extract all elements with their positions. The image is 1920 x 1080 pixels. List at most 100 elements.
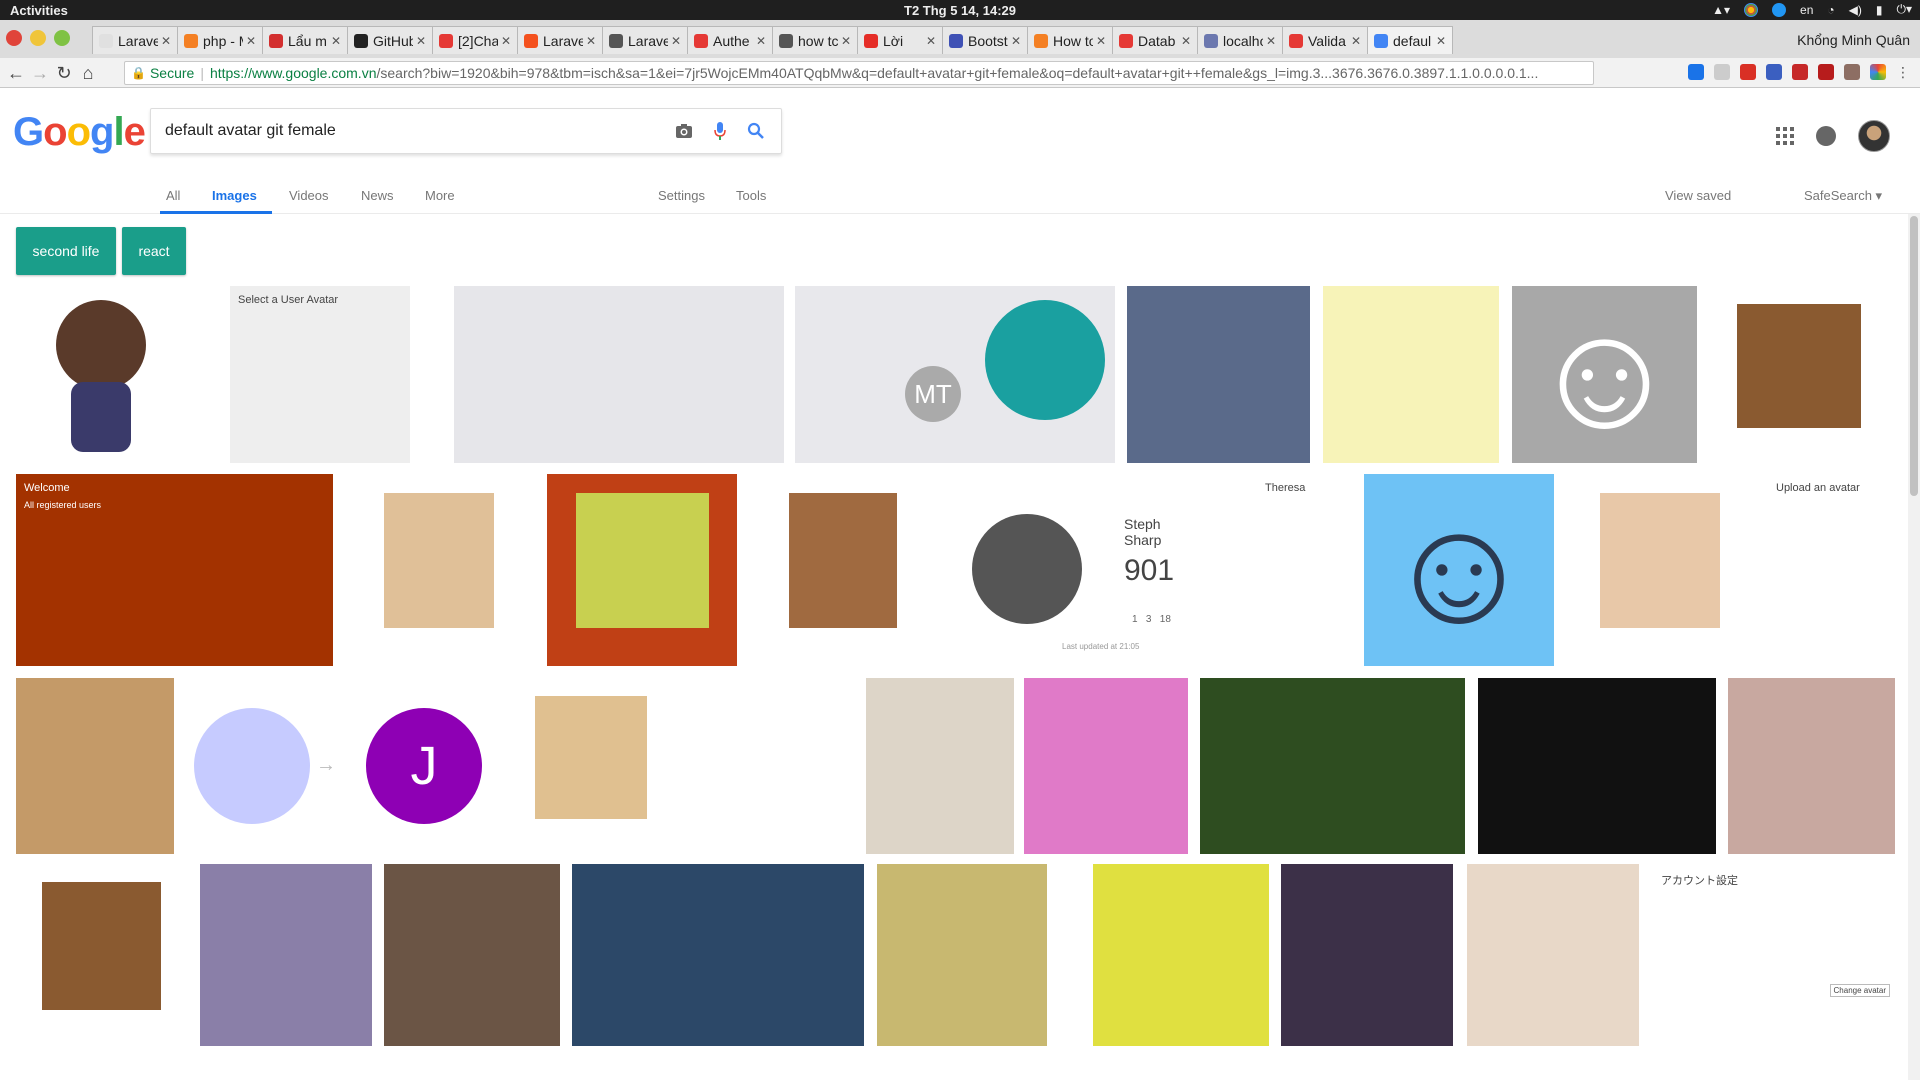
browser-tab[interactable]: localho ✕ — [1197, 26, 1283, 54]
browser-tab[interactable]: defaul ✕ — [1367, 26, 1453, 54]
chrome-icon[interactable] — [1744, 2, 1759, 17]
image-result-pixel-woman-brown[interactable] — [1711, 286, 1887, 463]
maximize-window-button[interactable] — [54, 30, 70, 46]
image-result-default-person-to-j[interactable]: → J — [190, 678, 500, 854]
safesearch-dropdown[interactable]: SafeSearch ▾ — [1804, 188, 1882, 204]
tab-close-icon[interactable]: ✕ — [1096, 34, 1106, 48]
settings-link[interactable]: Settings — [658, 188, 705, 203]
image-result-pink-avatar-3d[interactable] — [1024, 678, 1188, 854]
camera-search-icon[interactable] — [673, 120, 695, 142]
wifi-icon[interactable]: ◔ — [1827, 3, 1834, 17]
battery-icon[interactable]: ▮ — [1876, 3, 1883, 17]
browser-tab[interactable]: Authe ✕ — [687, 26, 773, 54]
reload-icon[interactable]: ↻ — [54, 63, 74, 84]
tab-close-icon[interactable]: ✕ — [1011, 34, 1021, 48]
view-saved-link[interactable]: View saved — [1665, 188, 1731, 203]
microphone-icon[interactable] — [709, 120, 731, 142]
google-logo[interactable]: Google — [13, 110, 146, 155]
image-result-flash-mask[interactable] — [1323, 286, 1499, 463]
browser-tab[interactable]: Lời ✕ — [857, 26, 943, 54]
chrome-menu-icon[interactable]: ⋮ — [1896, 64, 1912, 80]
forward-arrow-icon[interactable]: → — [30, 63, 50, 84]
search-input[interactable] — [165, 122, 673, 140]
image-result-welcome-registered-users[interactable]: Welcome All registered users — [16, 474, 333, 666]
image-result-woman-seated[interactable] — [866, 678, 1014, 854]
image-result-woman-bangs[interactable] — [1728, 678, 1895, 854]
image-result-woman-selfie[interactable] — [1093, 864, 1269, 1046]
browser-tab[interactable]: how tc ✕ — [772, 26, 858, 54]
tab-close-icon[interactable]: ✕ — [416, 34, 426, 48]
activities-button[interactable]: Activities — [10, 3, 68, 18]
tab-close-icon[interactable]: ✕ — [1181, 34, 1191, 48]
image-result-gray-smiley[interactable]: ☺ — [1512, 286, 1697, 463]
browser-tab[interactable]: Larave ✕ — [602, 26, 688, 54]
ublock-extension-icon[interactable] — [1766, 64, 1782, 80]
image-result-purple-hair-woman[interactable] — [1127, 286, 1310, 463]
gmail-extension-icon[interactable] — [1740, 64, 1756, 80]
image-result-phone-profile[interactable]: Theresa — [1257, 474, 1350, 666]
tools-link[interactable]: Tools — [736, 188, 766, 203]
image-result-pixel-woman-yellow[interactable] — [1574, 474, 1746, 666]
page-scrollbar[interactable] — [1908, 214, 1920, 1080]
image-result-account-settings-jp[interactable]: アカウント設定 Change avatar — [1653, 864, 1900, 1046]
image-result-pixel-dark-man[interactable] — [16, 864, 186, 1046]
extension-red-icon[interactable] — [1792, 64, 1808, 80]
close-window-button[interactable] — [6, 30, 22, 46]
network-upload-icon[interactable]: ▲▾ — [1712, 3, 1730, 17]
image-result-dark-fantasy-woman[interactable] — [1281, 864, 1453, 1046]
extension-dark-red-icon[interactable] — [1818, 64, 1834, 80]
tab-close-icon[interactable]: ✕ — [671, 34, 681, 48]
browser-tab[interactable]: [2]Cha ✕ — [432, 26, 518, 54]
tab-close-icon[interactable]: ✕ — [161, 34, 171, 48]
browser-tab[interactable]: GitHub ✕ — [347, 26, 433, 54]
color-picker-extension-icon[interactable] — [1870, 64, 1886, 80]
browser-tab[interactable]: Larave ✕ — [92, 26, 178, 54]
language-indicator[interactable]: en — [1800, 3, 1813, 17]
image-result-dark-hair-profile[interactable] — [1478, 678, 1716, 854]
browser-tab[interactable]: Bootst ✕ — [942, 26, 1028, 54]
chip-second-life[interactable]: second life — [16, 227, 116, 275]
power-menu-icon[interactable]: ⏻▾ — [1896, 2, 1912, 17]
image-result-pixel-blonde[interactable] — [360, 474, 518, 666]
image-result-smiling-woman-scarf[interactable] — [16, 678, 174, 854]
image-result-pixel-bald-beard[interactable] — [511, 678, 671, 854]
image-result-red-hair-woman[interactable] — [1200, 678, 1465, 854]
tab-close-icon[interactable]: ✕ — [841, 34, 851, 48]
browser-tab[interactable]: Lẩu m ✕ — [262, 26, 348, 54]
image-result-steph-sharp[interactable]: Steph Sharp 901 1 3 18 Last updated at 21:0… — [952, 474, 1199, 666]
image-result-bw-portrait-popart[interactable] — [679, 678, 854, 854]
image-result-pixel-heart-glasses[interactable] — [766, 474, 920, 666]
search-icon[interactable] — [745, 120, 767, 142]
tab-close-icon[interactable]: ✕ — [926, 34, 936, 48]
system-clock[interactable]: T2 Thg 5 14, 14:29 — [0, 3, 1920, 18]
image-result-pixel-purple-hat[interactable] — [547, 474, 737, 666]
browser-tab[interactable]: Larave ✕ — [517, 26, 603, 54]
volume-icon[interactable]: ◀) — [1849, 3, 1862, 17]
browser-tab[interactable]: Datab ✕ — [1112, 26, 1198, 54]
google-apps-icon[interactable] — [1776, 127, 1794, 145]
home-icon[interactable]: ⌂ — [78, 63, 98, 84]
image-result-blonde-woman-photo[interactable] — [200, 864, 372, 1046]
minimize-window-button[interactable] — [30, 30, 46, 46]
tab-all[interactable]: All — [166, 188, 180, 203]
image-result-blue-smiley[interactable]: ☺ — [1364, 474, 1554, 666]
browser-tab[interactable]: How to ✕ — [1027, 26, 1113, 54]
image-result-octocat-female[interactable] — [16, 286, 176, 463]
notifications-bell-icon[interactable] — [1816, 126, 1836, 146]
tab-close-icon[interactable]: ✕ — [246, 34, 256, 48]
image-result-select-user-avatar[interactable]: Select a User Avatar — [230, 286, 410, 463]
tab-close-icon[interactable]: ✕ — [331, 34, 341, 48]
tab-news[interactable]: News — [361, 188, 394, 203]
chip-react[interactable]: react — [122, 227, 186, 275]
extension-brown-icon[interactable] — [1844, 64, 1860, 80]
tab-close-icon[interactable]: ✕ — [501, 34, 511, 48]
tab-images[interactable]: Images — [212, 188, 257, 203]
extension-vpn-icon[interactable] — [1688, 64, 1704, 80]
tab-close-icon[interactable]: ✕ — [1351, 34, 1361, 48]
image-result-wonder-woman-art[interactable] — [572, 864, 864, 1046]
tab-close-icon[interactable]: ✕ — [586, 34, 596, 48]
browser-tab[interactable]: Valida ✕ — [1282, 26, 1368, 54]
back-arrow-icon[interactable]: ← — [6, 63, 26, 84]
tab-close-icon[interactable]: ✕ — [1436, 34, 1446, 48]
browser-tab[interactable]: php - M✕ — [177, 26, 263, 54]
